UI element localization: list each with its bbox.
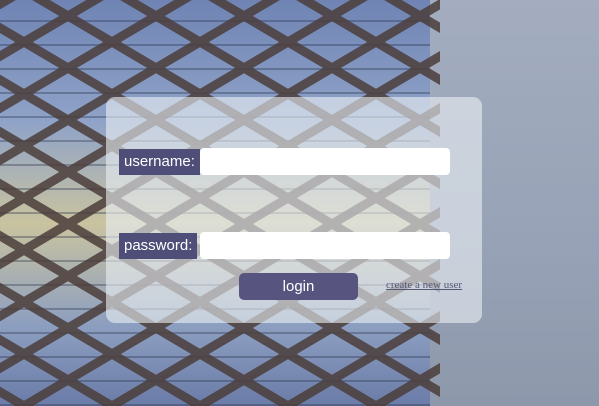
create-user-link[interactable]: create a new user xyxy=(386,279,462,291)
username-input[interactable] xyxy=(200,148,450,175)
password-input[interactable] xyxy=(200,232,450,259)
login-panel: username: password: login create a new u… xyxy=(106,97,482,323)
username-label: username: xyxy=(119,149,200,175)
login-button[interactable]: login xyxy=(239,273,358,300)
password-label: password: xyxy=(119,233,198,259)
